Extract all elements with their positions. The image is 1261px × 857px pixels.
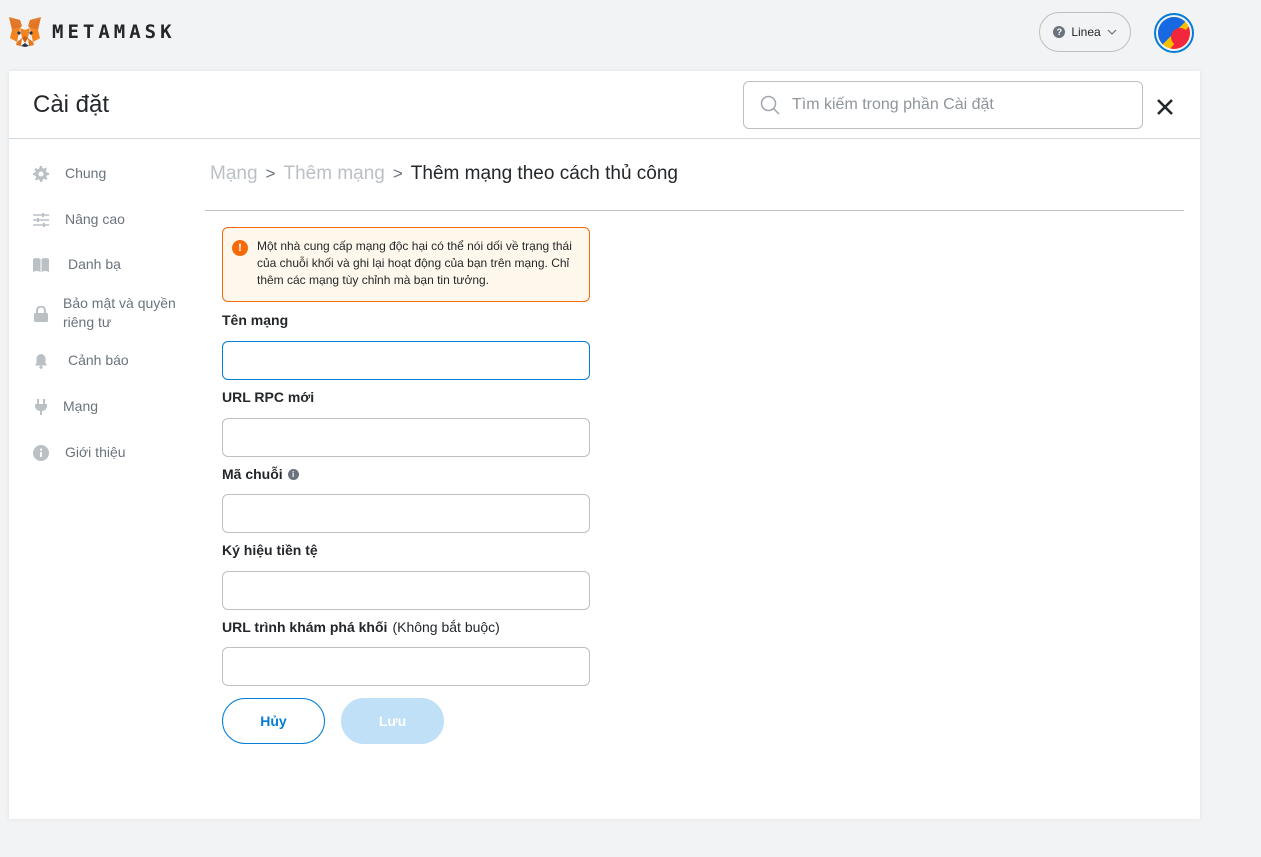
- network-selector[interactable]: ? Linea: [1039, 12, 1131, 52]
- rpc-url-input[interactable]: [222, 418, 590, 457]
- sidebar-item-label: Chung: [65, 165, 107, 181]
- save-button[interactable]: Lưu: [341, 698, 444, 744]
- sidebar-item-alerts[interactable]: Cảnh báo: [31, 351, 129, 371]
- info-icon: [31, 443, 51, 463]
- chevron-down-icon: [1107, 29, 1117, 35]
- chain-id-label-text: Mã chuỗi: [222, 466, 283, 482]
- settings-search[interactable]: [743, 81, 1143, 129]
- breadcrumb-separator: >: [392, 164, 403, 183]
- network-name-input[interactable]: [222, 341, 590, 380]
- breadcrumb-separator: >: [265, 164, 276, 183]
- metamask-logo[interactable]: METAMASK: [8, 16, 176, 48]
- page-title: Cài đặt: [33, 91, 110, 118]
- cancel-button[interactable]: Hủy: [222, 698, 325, 744]
- block-explorer-input[interactable]: [222, 647, 590, 686]
- sidebar-item-security-privacy[interactable]: Bảo mật và quyền riêng tư: [31, 294, 188, 332]
- warning-text: Một nhà cung cấp mạng độc hại có thể nói…: [257, 239, 572, 287]
- sidebar-item-contacts[interactable]: Danh bạ: [31, 255, 121, 275]
- breadcrumb-networks[interactable]: Mạng: [210, 163, 258, 185]
- sidebar-item-label: Mạng: [63, 398, 99, 414]
- account-avatar[interactable]: [1154, 13, 1194, 53]
- sidebar-item-networks[interactable]: Mạng: [31, 397, 98, 417]
- currency-symbol-label: Ký hiệu tiền tệ: [222, 542, 318, 558]
- sidebar-item-label: Giới thiệu: [65, 444, 126, 460]
- settings-card: Cài đặt Chung: [9, 71, 1200, 819]
- identicon-icon: [1158, 17, 1190, 49]
- breadcrumb-current: Thêm mạng theo cách thủ công: [410, 163, 678, 184]
- sidebar-item-about[interactable]: Giới thiệu: [31, 443, 126, 463]
- book-icon: [31, 255, 51, 275]
- settings-header: Cài đặt: [9, 71, 1200, 139]
- sidebar-item-label: Cảnh báo: [68, 352, 129, 368]
- plug-icon: [31, 397, 51, 417]
- block-explorer-label: URL trình khám phá khối (Không bắt buộc): [222, 619, 500, 635]
- sidebar-item-label: Nâng cao: [65, 211, 125, 227]
- content-divider: [205, 210, 1184, 211]
- sidebar-item-advanced[interactable]: Nâng cao: [31, 210, 125, 230]
- sidebar-item-label: Danh bạ: [68, 256, 121, 272]
- warning-icon: !: [232, 240, 248, 256]
- sliders-icon: [31, 210, 51, 230]
- sidebar-item-general[interactable]: Chung: [31, 164, 106, 184]
- lock-icon: [31, 304, 51, 324]
- block-explorer-label-text: URL trình khám phá khối: [222, 619, 388, 635]
- logo-text: METAMASK: [52, 21, 176, 43]
- gear-icon: [31, 164, 51, 184]
- chain-id-info-icon[interactable]: i: [287, 468, 299, 480]
- search-input[interactable]: [790, 95, 1124, 115]
- close-icon[interactable]: [1155, 97, 1175, 117]
- network-name-label: Tên mạng: [222, 312, 288, 328]
- warning-banner: ! Một nhà cung cấp mạng độc hại có thể n…: [222, 227, 590, 302]
- sidebar-item-label: Bảo mật và quyền riêng tư: [63, 295, 176, 330]
- optional-tag: (Không bắt buộc): [392, 619, 500, 635]
- chain-id-input[interactable]: [222, 494, 590, 533]
- search-icon: [760, 95, 780, 115]
- breadcrumb-add-network[interactable]: Thêm mạng: [283, 163, 384, 185]
- breadcrumb: Mạng > Thêm mạng > Thêm mạng theo cách t…: [210, 163, 678, 185]
- top-bar: METAMASK ? Linea: [0, 0, 1261, 66]
- currency-symbol-label-text: Ký hiệu tiền tệ: [222, 542, 318, 558]
- bell-icon: [31, 351, 51, 371]
- network-name: Linea: [1071, 25, 1101, 39]
- network-name-label-text: Tên mạng: [222, 312, 289, 328]
- network-question-icon: ?: [1053, 26, 1066, 38]
- rpc-url-label-text: URL RPC mới: [222, 389, 315, 405]
- rpc-url-label: URL RPC mới: [222, 389, 314, 405]
- currency-symbol-input[interactable]: [222, 571, 590, 610]
- fox-logo-icon: [9, 17, 41, 47]
- chain-id-label: Mã chuỗi i: [222, 466, 299, 482]
